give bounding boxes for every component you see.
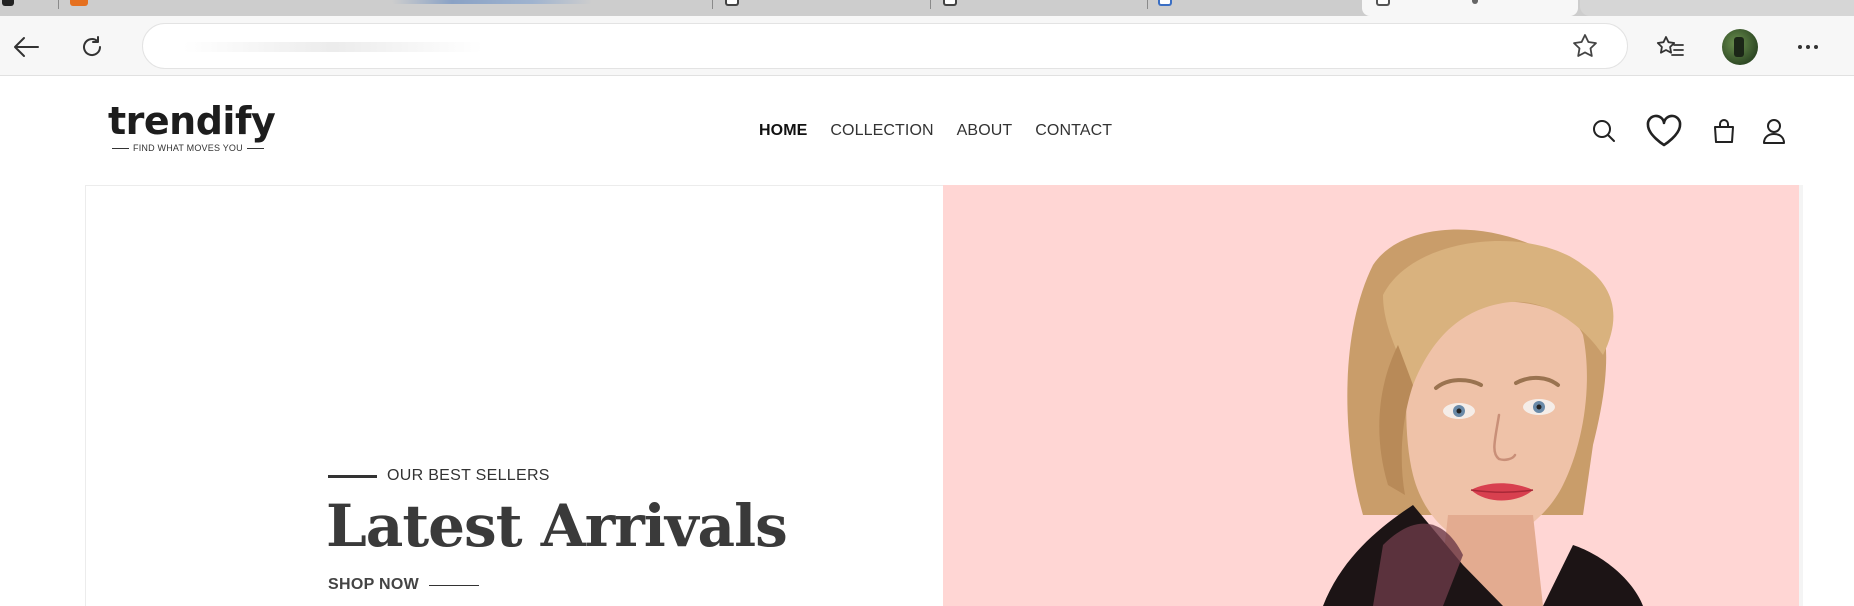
address-text-blurred [183,42,483,52]
browser-tab-strip [0,0,1854,16]
hero-eyebrow-text: OUR BEST SELLERS [387,467,550,484]
nav-contact[interactable]: CONTACT [1035,122,1112,140]
nav-collection[interactable]: COLLECTION [830,122,933,140]
tab-favicon [2,0,14,6]
hero-image-edge [1799,185,1803,606]
site-logo[interactable]: trendify FIND WHAT MOVES YOU [108,99,276,161]
browser-tab[interactable] [0,0,60,16]
tab-separator [930,0,931,9]
browser-tab-active[interactable] [1362,0,1578,16]
back-icon[interactable] [8,29,44,65]
favorite-star-icon[interactable] [1567,28,1603,64]
browser-toolbar [0,16,1854,76]
eyebrow-dash [328,474,377,478]
heart-icon[interactable] [1644,113,1684,149]
nav-home[interactable]: HOME [759,122,807,140]
tab-favicon [1376,0,1390,6]
tab-separator [712,0,713,9]
profile-avatar[interactable] [1722,29,1758,65]
hero-image [943,185,1799,606]
favorites-list-icon[interactable] [1652,29,1688,65]
tab-favicon [70,0,88,6]
tab-favicon [725,0,739,6]
address-bar[interactable] [142,23,1628,69]
new-tab-area[interactable] [1580,0,1854,16]
browser-tab[interactable] [725,0,931,16]
tab-title-fragment [1472,0,1478,4]
logo-wordmark: trendify [108,99,276,143]
browser-tab[interactable] [62,0,713,16]
hero-title: Latest Arrivals [326,492,788,560]
shop-now-label[interactable]: SHOP NOW [328,576,419,594]
shopping-bag-icon[interactable] [1706,113,1742,149]
logo-tagline: FIND WHAT MOVES YOU [112,143,268,153]
more-menu-icon[interactable] [1790,29,1826,65]
shop-now-dash [429,584,480,586]
site-header: trendify FIND WHAT MOVES YOU HOME COLLEC… [0,77,1854,185]
user-icon[interactable] [1756,113,1792,149]
hero-eyebrow: OUR BEST SELLERS [328,467,550,485]
tab-separator [1147,0,1148,9]
tab-favicon [1158,0,1172,6]
main-nav: HOME COLLECTION ABOUT CONTACT [759,122,1135,140]
tab-title-blurred [392,0,592,4]
tab-separator [58,0,59,9]
shop-now-link[interactable]: SHOP NOW [328,576,480,594]
nav-about[interactable]: ABOUT [957,122,1013,140]
reload-icon[interactable] [74,29,110,65]
browser-tab[interactable] [1158,0,1358,16]
tab-favicon [943,0,957,6]
model-portrait [1323,229,1643,606]
browser-tab[interactable] [943,0,1148,16]
search-icon[interactable] [1586,113,1622,149]
logo-tagline-text: FIND WHAT MOVES YOU [133,143,243,153]
